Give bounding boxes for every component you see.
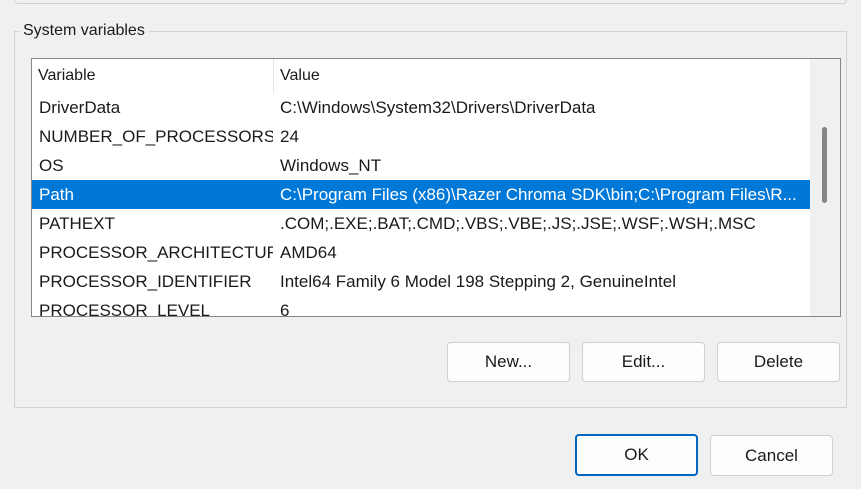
variable-value: AMD64 <box>280 243 337 262</box>
variable-value: 6 <box>280 301 290 317</box>
new-variable-button[interactable]: New... <box>447 342 570 382</box>
edit-variable-button[interactable]: Edit... <box>582 342 705 382</box>
variable-name: Path <box>39 185 74 204</box>
delete-variable-button[interactable]: Delete <box>717 342 840 382</box>
table-row[interactable]: NUMBER_OF_PROCESSORS 24 <box>32 122 810 151</box>
variable-value: Intel64 Family 6 Model 198 Stepping 2, G… <box>280 272 676 291</box>
list-rows: DriverData C:\Windows\System32\Drivers\D… <box>32 93 810 317</box>
user-variables-group-edge <box>14 0 847 4</box>
variable-name: NUMBER_OF_PROCESSORS <box>39 127 273 146</box>
table-row-selected[interactable]: Path C:\Program Files (x86)\Razer Chroma… <box>32 180 810 209</box>
variable-name: OS <box>39 156 64 175</box>
list-header: Variable Value <box>32 59 810 93</box>
variable-name: PROCESSOR_LEVEL <box>39 301 211 317</box>
system-variables-list[interactable]: Variable Value DriverData C:\Windows\Sys… <box>31 58 841 317</box>
variable-value: Windows_NT <box>280 156 382 175</box>
variable-value: C:\Windows\System32\Drivers\DriverData <box>280 98 596 117</box>
ok-button[interactable]: OK <box>575 434 698 476</box>
variable-name: PATHEXT <box>39 214 115 233</box>
column-header-variable[interactable]: Variable <box>32 59 274 93</box>
variable-name: DriverData <box>39 98 121 117</box>
table-row[interactable]: PATHEXT .COM;.EXE;.BAT;.CMD;.VBS;.VBE;.J… <box>32 209 810 238</box>
variable-value: C:\Program Files (x86)\Razer Chroma SDK\… <box>280 185 797 204</box>
table-row[interactable]: PROCESSOR_LEVEL 6 <box>32 296 810 317</box>
variable-name: PROCESSOR_ARCHITECTURE <box>39 243 273 262</box>
table-row[interactable]: PROCESSOR_IDENTIFIER Intel64 Family 6 Mo… <box>32 267 810 296</box>
table-row[interactable]: OS Windows_NT <box>32 151 810 180</box>
variable-value: .COM;.EXE;.BAT;.CMD;.VBS;.VBE;.JS;.JSE;.… <box>280 214 756 233</box>
scrollbar-thumb[interactable] <box>822 127 827 203</box>
system-variables-title: System variables <box>19 21 149 41</box>
table-row[interactable]: DriverData C:\Windows\System32\Drivers\D… <box>32 93 810 122</box>
variable-name: PROCESSOR_IDENTIFIER <box>39 272 252 291</box>
cancel-button[interactable]: Cancel <box>710 435 833 476</box>
column-header-value[interactable]: Value <box>274 59 810 93</box>
variable-value: 24 <box>280 127 299 146</box>
vertical-scrollbar[interactable] <box>810 59 840 316</box>
table-row[interactable]: PROCESSOR_ARCHITECTURE AMD64 <box>32 238 810 267</box>
